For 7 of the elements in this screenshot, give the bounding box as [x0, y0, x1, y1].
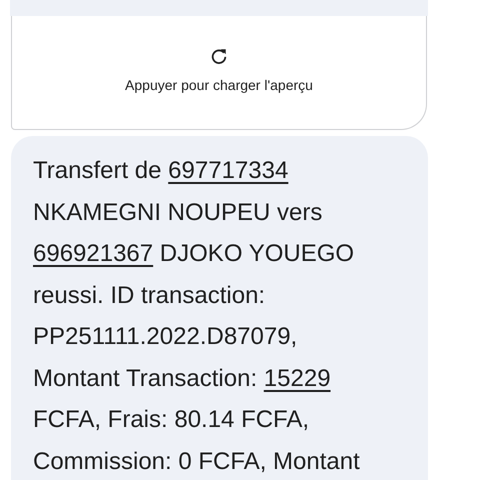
phone-link[interactable]: 15229	[264, 364, 331, 392]
link-preview-card[interactable]: Appuyer pour charger l'aperçu	[11, 16, 427, 130]
preview-label: Appuyer pour charger l'aperçu	[125, 77, 313, 93]
reload-icon	[210, 47, 228, 65]
phone-link[interactable]: 696921367	[33, 240, 154, 267]
message-text: Transfert de 697717334 NKAMEGNI NOUPEU vers 696921367 DJOKO YOUEGO reussi. ID transaction: PP251111.2022.D87079, Montant Transaction: 15229 FCFA, Frais: 80.14 FCFA, Commission: 0 FCFA, Montant	[33, 156, 361, 476]
phone-link[interactable]: 697717334	[168, 157, 288, 184]
